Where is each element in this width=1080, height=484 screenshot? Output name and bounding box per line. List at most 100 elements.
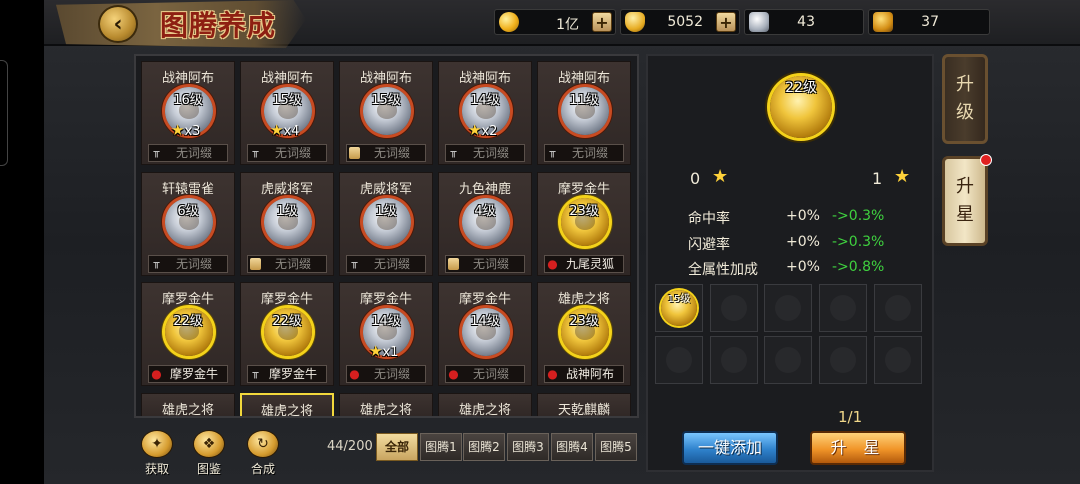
totem-card[interactable]: 摩罗金牛 22级 ● 摩罗金牛 [141,282,235,386]
totem-card[interactable]: 雄虎之将 [438,393,532,418]
totem-card[interactable]: 雄虎之将 [240,393,334,418]
totem-name: 雄虎之将 [359,403,412,418]
add-all-button[interactable]: 一键添加 [682,431,778,465]
totem-name: 摩罗金牛 [161,292,214,307]
totem-card[interactable]: 战神阿布 14级 ★x2 ╥ 无词缀 [438,61,532,165]
resource-gold-beast: 37 [868,9,990,35]
synthesize-icon: ↻ [247,430,279,458]
totem-name: 摩罗金牛 [458,292,511,307]
affix-slot: ╥ 无词缀 [148,255,228,273]
affix-slot: ╥ 无词缀 [247,144,327,162]
star-multiplier: x1 [382,345,399,360]
tab-totem-1[interactable]: 图腾1 [420,433,462,461]
material-slot[interactable] [764,336,812,384]
material-slot[interactable]: 15级 [655,284,703,332]
totem-card[interactable]: 摩罗金牛 14级 ★x1 ● 无词缀 [339,282,433,386]
totem-level: 4级 [474,204,496,219]
totem-card[interactable]: 摩罗金牛 14级 ● 无词缀 [438,282,532,386]
totem-card[interactable]: 九色神鹿 4级 无词缀 [438,172,532,276]
back-button[interactable]: ‹ [98,5,138,43]
obtain-button[interactable]: ✦ 获取 [137,430,177,476]
totem-name: 雄虎之将 [260,404,313,418]
totem-level: 22级 [272,314,302,329]
star-icon: ★ [369,342,383,360]
material-slot[interactable] [819,284,867,332]
totem-name: 战神阿布 [557,71,610,86]
totem-card[interactable]: 雄虎之将 23级 ● 战神阿布 [537,282,631,386]
star-up-button[interactable]: 升 星 [810,431,906,465]
empty-slot-icon [775,347,801,373]
drop-icon: ● [547,257,558,271]
drop-icon: ● [151,367,162,381]
synthesize-button[interactable]: ↻ 合成 [243,430,283,476]
totem-name: 雄虎之将 [557,292,610,307]
affix-slot: ● 摩罗金牛 [148,365,228,383]
totem-level: 14级 [470,314,500,329]
catalog-button[interactable]: ❖ 图鉴 [189,430,229,476]
tab-level-up[interactable]: 升 级 [942,54,988,144]
drop-icon: ● [448,367,459,381]
totem-card[interactable]: 战神阿布 15级 ★x4 ╥ 无词缀 [240,61,334,165]
add-ingot-button[interactable]: + [716,12,736,32]
totem-card[interactable]: 摩罗金牛 23级 ● 九尾灵狐 [537,172,631,276]
totem-card[interactable]: 摩罗金牛 22级 ╥ 摩罗金牛 [240,282,334,386]
back-arrow-icon: ‹ [113,11,123,37]
scroll-icon [349,147,360,159]
empty-slot-icon [830,295,856,321]
star-multiplier: x3 [184,124,201,139]
totem-name: 战神阿布 [359,71,412,86]
pillar-icon: ╥ [252,147,259,158]
material-slot[interactable] [655,336,703,384]
tab-totem-5[interactable]: 图腾5 [595,433,637,461]
drop-icon: ● [349,367,360,381]
tab-totem-2[interactable]: 图腾2 [463,433,505,461]
affix-text: 九尾灵狐 [565,257,614,271]
totem-card[interactable]: 雄虎之将 [141,393,235,416]
tab-all[interactable]: 全部 [376,433,418,461]
totem-card[interactable]: 天乾麒麟 [537,393,631,416]
totem-card[interactable]: 虎威将军 1级 无词缀 [240,172,334,276]
pillar-icon: ╥ [153,147,160,158]
totem-level: 6级 [177,204,199,219]
tab-star-up[interactable]: 升 星 [942,156,988,246]
obtain-icon: ✦ [141,430,173,458]
totem-name: 雄虎之将 [458,403,511,418]
pillar-icon: ╥ [252,368,259,379]
material-slot[interactable] [874,284,922,332]
star-count: ★x4 [270,121,299,139]
totem-name: 战神阿布 [260,71,313,86]
affix-slot: 无词缀 [445,255,525,273]
material-slot[interactable] [874,336,922,384]
totem-level: 16级 [173,93,203,108]
totem-level: 1级 [276,204,298,219]
resource-gold-ingot: 5052 + [620,9,740,35]
device-notch [0,60,8,166]
affix-slot: ╥ 摩罗金牛 [247,365,327,383]
resource-gold-coin: 1亿 + [494,9,616,35]
star-multiplier: x2 [481,124,498,139]
gold-beast-icon [873,12,893,32]
affix-text: 摩罗金牛 [169,367,218,381]
totem-card[interactable]: 战神阿布 15级 无词缀 [339,61,433,165]
material-slot[interactable] [819,336,867,384]
attr-current: +0% [786,208,820,224]
totem-card[interactable]: 虎威将军 1级 ╥ 无词缀 [339,172,433,276]
star-count: ★x2 [468,121,497,139]
material-level: 15级 [667,294,691,305]
totem-card[interactable]: 战神阿布 11级 ╥ 无词缀 [537,61,631,165]
material-slot[interactable] [710,284,758,332]
material-slot[interactable] [710,336,758,384]
totem-card[interactable]: 战神阿布 16级 ★x3 ╥ 无词缀 [141,61,235,165]
empty-slot-icon [721,347,747,373]
totem-card[interactable]: 雄虎之将 [339,393,433,418]
resource-value: 1亿 [556,17,579,33]
attr-next: ->0.3% [832,208,885,224]
tab-totem-4[interactable]: 图腾4 [551,433,593,461]
pillar-icon: ╥ [351,258,358,269]
material-slot[interactable] [764,284,812,332]
tab-totem-3[interactable]: 图腾3 [507,433,549,461]
affix-slot: 无词缀 [346,144,426,162]
totem-card[interactable]: 轩辕雷雀 6级 ╥ 无词缀 [141,172,235,276]
add-gold-button[interactable]: + [592,12,612,32]
pillar-icon: ╥ [549,147,556,158]
